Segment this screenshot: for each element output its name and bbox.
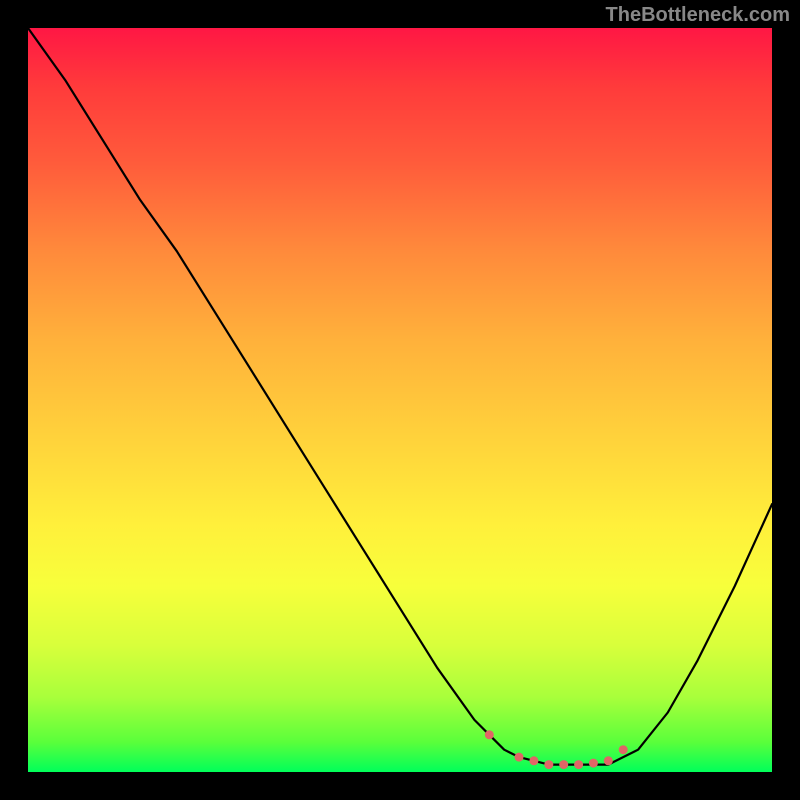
curve-svg <box>28 28 772 772</box>
watermark-text: TheBottleneck.com <box>606 4 790 27</box>
marker-dot <box>485 730 494 739</box>
marker-dot <box>559 760 568 769</box>
plot-area <box>28 28 772 772</box>
marker-dot <box>544 760 553 769</box>
marker-dot <box>574 760 583 769</box>
marker-dot <box>529 756 538 765</box>
bottleneck-curve <box>28 28 772 765</box>
marker-dot <box>619 745 628 754</box>
marker-dot <box>515 753 524 762</box>
marker-dot <box>604 756 613 765</box>
plot-frame <box>28 28 772 772</box>
marker-dot <box>589 759 598 768</box>
